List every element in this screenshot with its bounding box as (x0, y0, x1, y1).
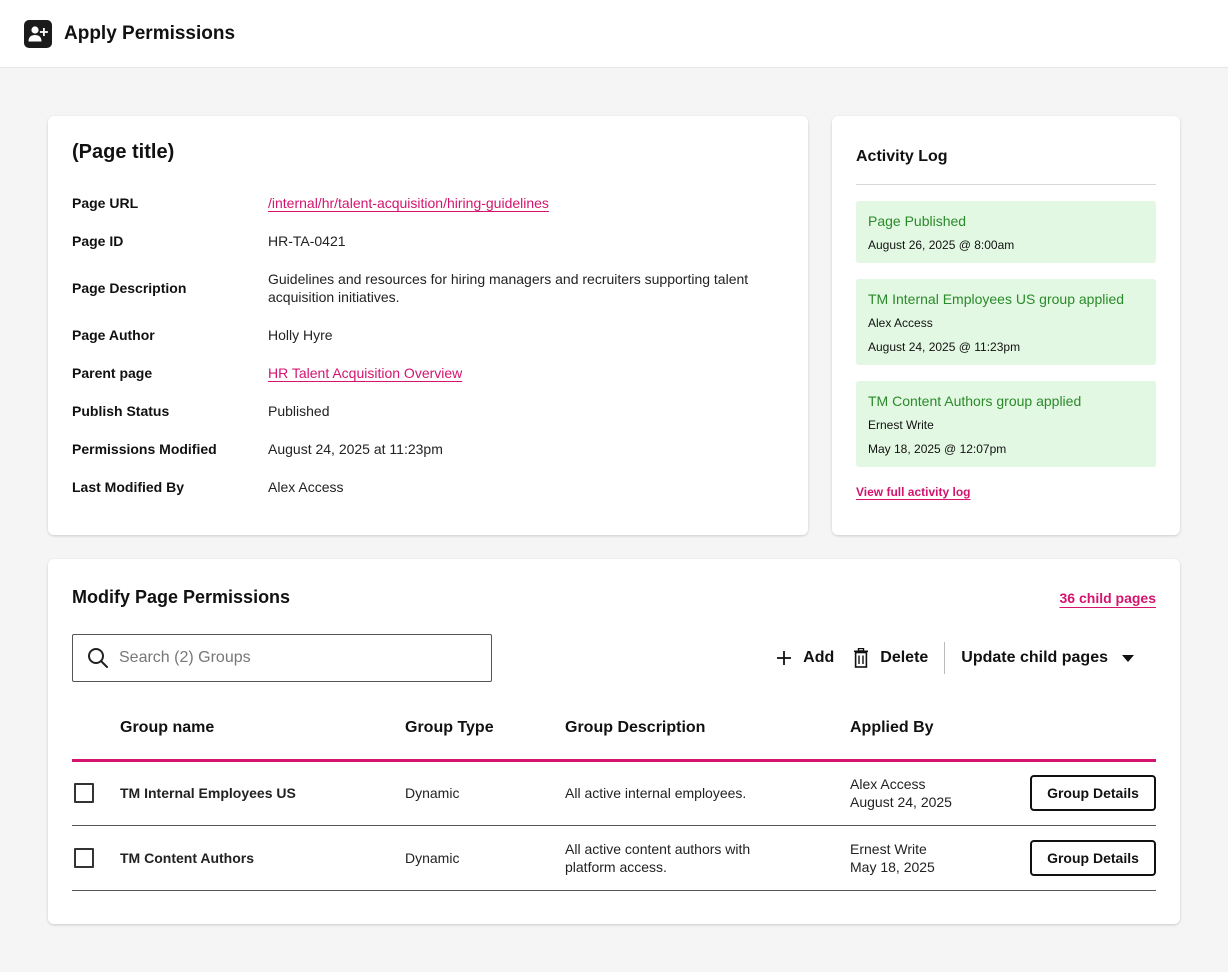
info-row-id: Page ID HR-TA-0421 (72, 222, 784, 260)
app-title: Apply Permissions (64, 22, 236, 44)
applied-by-date: May 18, 2025 (850, 858, 935, 875)
info-row-description: Page Description Guidelines and resource… (72, 260, 784, 316)
activity-log-card: Activity Log Page Published August 26, 2… (832, 116, 1180, 535)
permissions-title: Modify Page Permissions (72, 587, 291, 607)
activity-event: TM Content Authors group applied (868, 393, 1082, 409)
activity-event: TM Internal Employees US group applied (868, 291, 1125, 307)
group-details-button[interactable]: Group Details (1030, 775, 1156, 811)
column-header-group-type: Group Type (405, 704, 565, 762)
info-label: Page URL (72, 195, 139, 211)
plus-icon (775, 649, 793, 667)
groups-table: Group name Group Type Group Description … (72, 704, 1156, 891)
info-row-parent: Parent page HR Talent Acquisition Overvi… (72, 354, 784, 392)
permissions-toolbar: Add Delete Update child pages (72, 634, 1156, 682)
info-value: Guidelines and resources for hiring mana… (268, 271, 749, 305)
activity-item: TM Content Authors group applied Ernest … (856, 381, 1156, 467)
activity-timestamp: August 26, 2025 @ 8:00am (868, 238, 1015, 252)
delete-label: Delete (880, 649, 929, 666)
applied-by-user: Ernest Write (850, 840, 927, 857)
caret-down-icon (1122, 654, 1134, 662)
column-header-group-name: Group name (120, 704, 405, 762)
info-label: Page ID (72, 233, 124, 249)
page-info-card: (Page title) Page URL /internal/hr/talen… (48, 116, 808, 535)
activity-item: TM Internal Employees US group applied A… (856, 279, 1156, 365)
header-checkbox-cell (72, 704, 120, 762)
group-type: Dynamic (405, 825, 565, 891)
info-row-status: Publish Status Published (72, 392, 784, 430)
toolbar-divider (944, 642, 946, 674)
person-add-icon (24, 19, 52, 48)
info-label: Page Author (72, 327, 155, 343)
applied-by-user: Alex Access (850, 776, 926, 792)
activity-user: Ernest Write (868, 418, 934, 432)
group-description: All active internal employees. (565, 760, 850, 826)
activity-log-title: Activity Log (856, 140, 1156, 185)
info-row-last-modified: Last Modified By Alex Access (72, 468, 784, 506)
permissions-card: Modify Page Permissions 36 child pages S… (48, 559, 1180, 924)
activity-event: Page Published (868, 213, 967, 229)
info-row-author: Page Author Holly Hyre (72, 316, 784, 354)
activity-timestamp: August 24, 2025 @ 11:23pm (868, 340, 1021, 354)
permissions-header: Modify Page Permissions 36 child pages (72, 587, 1156, 608)
child-pages-link[interactable]: 36 child pages (1060, 590, 1156, 606)
table-row: TM Content Authors Dynamic All active co… (72, 825, 1156, 891)
parent-page-link[interactable]: HR Talent Acquisition Overview (268, 365, 462, 381)
info-value: Holly Hyre (268, 327, 333, 343)
update-child-pages-label: Update child pages (961, 649, 1108, 666)
info-row-permissions-modified: Permissions Modified August 24, 2025 at … (72, 430, 784, 468)
table-row: TM Internal Employees US Dynamic All act… (72, 760, 1156, 826)
group-description: All active content authors with platform… (565, 825, 850, 891)
group-name: TM Internal Employees US (120, 760, 405, 826)
info-label: Permissions Modified (72, 441, 217, 457)
trash-icon (852, 648, 870, 668)
add-button[interactable]: Add (775, 649, 834, 667)
group-details-button[interactable]: Group Details (1030, 839, 1156, 876)
update-child-pages-dropdown[interactable]: Update child pages (961, 649, 1134, 667)
applied-by: Ernest Write May 18, 2025 (850, 825, 1030, 891)
activity-user: Alex Access (868, 316, 933, 330)
permissions-actions: Add Delete Update child pages (775, 642, 1156, 674)
table-header-row: Group name Group Type Group Description … (72, 704, 1156, 762)
row-checkbox[interactable] (74, 783, 94, 803)
activity-timestamp: May 18, 2025 @ 12:07pm (868, 442, 1007, 456)
info-value: August 24, 2025 at 11:23pm (268, 441, 443, 457)
activity-item: Page Published August 26, 2025 @ 8:00am (856, 201, 1156, 263)
info-value: Alex Access (268, 479, 344, 495)
view-full-activity-log-link[interactable]: View full activity log (856, 485, 970, 499)
search-input[interactable] (119, 649, 479, 667)
info-value: Published (268, 403, 330, 419)
search-box[interactable] (72, 634, 492, 682)
top-bar: Apply Permissions (0, 0, 1228, 68)
search-icon (87, 647, 109, 669)
add-label: Add (803, 649, 835, 666)
page-url-link[interactable]: /internal/hr/talent-acquisition/hiring-g… (268, 195, 549, 211)
column-header-group-description: Group Description (565, 704, 850, 762)
column-header-applied-by: Applied By (850, 704, 1030, 762)
info-row-url: Page URL /internal/hr/talent-acquisition… (72, 184, 784, 222)
page-title: (Page title) (72, 141, 175, 163)
group-name: TM Content Authors (120, 825, 405, 891)
info-label: Parent page (72, 365, 153, 381)
info-value: HR-TA-0421 (268, 233, 346, 249)
row-checkbox[interactable] (74, 847, 94, 868)
header-actions-cell (1030, 704, 1156, 762)
info-label: Publish Status (72, 403, 170, 419)
delete-button[interactable]: Delete (852, 648, 928, 668)
applied-by-date: August 24, 2025 (850, 794, 952, 810)
info-label: Last Modified By (72, 479, 185, 495)
applied-by: Alex Access August 24, 2025 (850, 760, 1030, 826)
group-type: Dynamic (405, 760, 565, 826)
info-label: Page Description (72, 280, 187, 296)
